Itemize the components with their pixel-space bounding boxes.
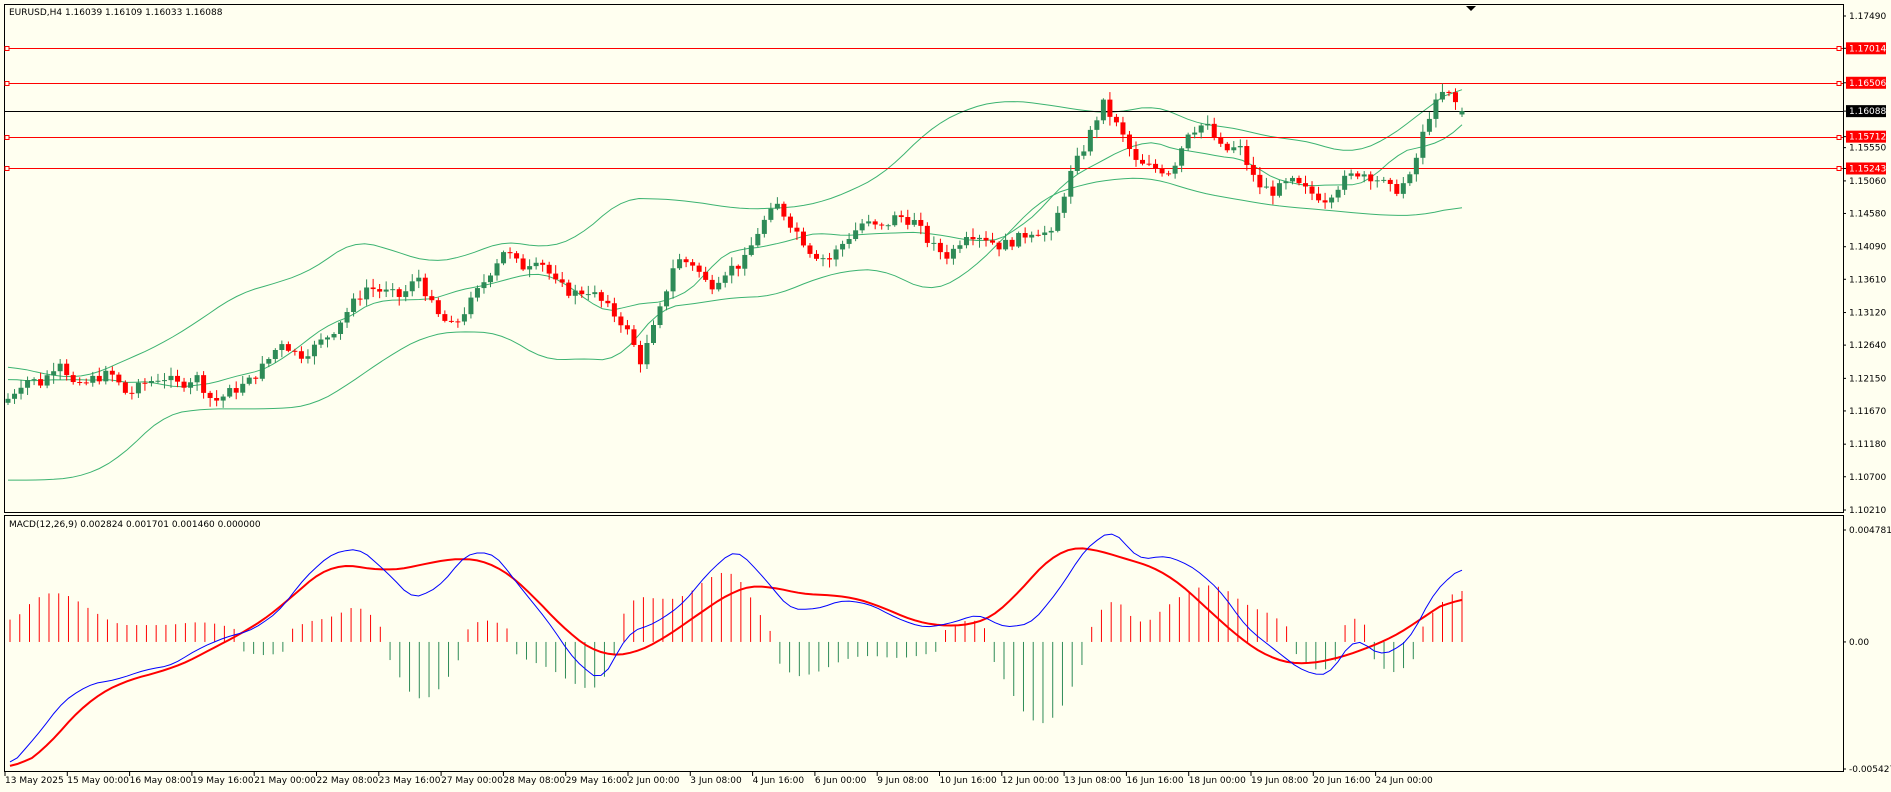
price-tick: 1.15712	[1843, 130, 1886, 143]
svg-text:16 May 08:00: 16 May 08:00	[130, 776, 192, 786]
svg-text:20 Jun 16:00: 20 Jun 16:00	[1313, 776, 1370, 786]
svg-text:1.13120: 1.13120	[1849, 309, 1886, 319]
candle	[435, 297, 441, 317]
svg-text:28 May 08:00: 28 May 08:00	[503, 776, 565, 786]
svg-text:9 Jun 08:00: 9 Jun 08:00	[877, 776, 929, 786]
price-tick: 1.14090	[1843, 243, 1886, 253]
svg-text:1.10700: 1.10700	[1849, 473, 1886, 483]
svg-text:10 Jun 16:00: 10 Jun 16:00	[940, 776, 997, 786]
svg-text:19 Jun 08:00: 19 Jun 08:00	[1251, 776, 1308, 786]
price-header: EURUSD,H4 1.16039 1.16109 1.16033 1.1608…	[9, 8, 223, 18]
svg-text:1.14580: 1.14580	[1849, 209, 1886, 219]
svg-text:0.00: 0.00	[1849, 638, 1869, 648]
price-tick: 1.13610	[1843, 275, 1886, 285]
svg-text:19 May 16:00: 19 May 16:00	[192, 776, 254, 786]
svg-text:1.15550: 1.15550	[1849, 144, 1886, 154]
candle	[122, 380, 128, 395]
price-tick: 1.10210	[1843, 506, 1886, 516]
candle	[1185, 132, 1191, 151]
trading-chart[interactable]: EURUSD,H4 1.16039 1.16109 1.16033 1.1608…	[0, 0, 1891, 792]
price-tick: 1.17490	[1843, 12, 1886, 22]
macd-header: MACD(12,26,9) 0.002824 0.001701 0.001460…	[9, 520, 261, 530]
svg-text:16 Jun 16:00: 16 Jun 16:00	[1126, 776, 1183, 786]
svg-text:1.15712: 1.15712	[1849, 133, 1886, 143]
svg-text:27 May 00:00: 27 May 00:00	[441, 776, 503, 786]
svg-text:1.15060: 1.15060	[1849, 177, 1886, 187]
svg-text:6 Jun 00:00: 6 Jun 00:00	[815, 776, 867, 786]
svg-text:1.12640: 1.12640	[1849, 341, 1886, 351]
macd-tick: 0.004781	[1843, 526, 1891, 536]
price-tick: 1.16506	[1843, 76, 1886, 89]
price-tick: 1.10700	[1843, 473, 1886, 483]
svg-text:0.004781: 0.004781	[1849, 526, 1891, 536]
price-tick: 1.14580	[1843, 209, 1886, 219]
macd-tick: -0.005427	[1843, 765, 1891, 775]
svg-text:13 May 2025: 13 May 2025	[5, 776, 64, 786]
svg-text:1.17014: 1.17014	[1849, 44, 1886, 54]
price-tick: 1.12150	[1843, 374, 1886, 384]
svg-text:1.16506: 1.16506	[1849, 79, 1886, 89]
candle	[501, 250, 507, 266]
svg-text:1.17490: 1.17490	[1849, 12, 1886, 22]
svg-text:-0.005427: -0.005427	[1849, 765, 1891, 775]
svg-text:1.12150: 1.12150	[1849, 374, 1886, 384]
candle	[1100, 98, 1106, 125]
svg-text:1.10210: 1.10210	[1849, 506, 1886, 516]
svg-text:3 Jun 08:00: 3 Jun 08:00	[690, 776, 742, 786]
price-tick: 1.12640	[1843, 341, 1886, 351]
price-tick: 1.15550	[1843, 144, 1886, 154]
price-tick: 1.11670	[1843, 407, 1886, 417]
svg-text:15 May 00:00: 15 May 00:00	[67, 776, 129, 786]
svg-text:21 May 00:00: 21 May 00:00	[254, 776, 316, 786]
svg-text:18 Jun 00:00: 18 Jun 00:00	[1189, 776, 1246, 786]
svg-text:1.11670: 1.11670	[1849, 407, 1886, 417]
price-tick: 1.15243	[1843, 162, 1886, 175]
svg-text:24 Jun 00:00: 24 Jun 00:00	[1376, 776, 1433, 786]
price-tick: 1.13120	[1843, 309, 1886, 319]
price-tick: 1.15060	[1843, 177, 1886, 187]
svg-text:1.15243: 1.15243	[1849, 164, 1886, 174]
price-tick: 1.11180	[1843, 440, 1886, 450]
price-tick: 1.16088	[1843, 105, 1886, 118]
price-tick: 1.17014	[1843, 42, 1886, 55]
candle	[1016, 231, 1022, 249]
candle	[1087, 125, 1093, 156]
svg-text:23 May 16:00: 23 May 16:00	[379, 776, 441, 786]
svg-text:29 May 16:00: 29 May 16:00	[566, 776, 628, 786]
svg-text:4 Jun 16:00: 4 Jun 16:00	[753, 776, 805, 786]
svg-text:12 Jun 00:00: 12 Jun 00:00	[1002, 776, 1059, 786]
svg-text:1.11180: 1.11180	[1849, 440, 1886, 450]
svg-text:22 May 08:00: 22 May 08:00	[317, 776, 379, 786]
svg-text:1.16088: 1.16088	[1849, 107, 1886, 117]
svg-text:13 Jun 08:00: 13 Jun 08:00	[1064, 776, 1121, 786]
svg-text:1.13610: 1.13610	[1849, 275, 1886, 285]
svg-text:2 Jun 00:00: 2 Jun 00:00	[628, 776, 680, 786]
svg-text:1.14090: 1.14090	[1849, 243, 1886, 253]
